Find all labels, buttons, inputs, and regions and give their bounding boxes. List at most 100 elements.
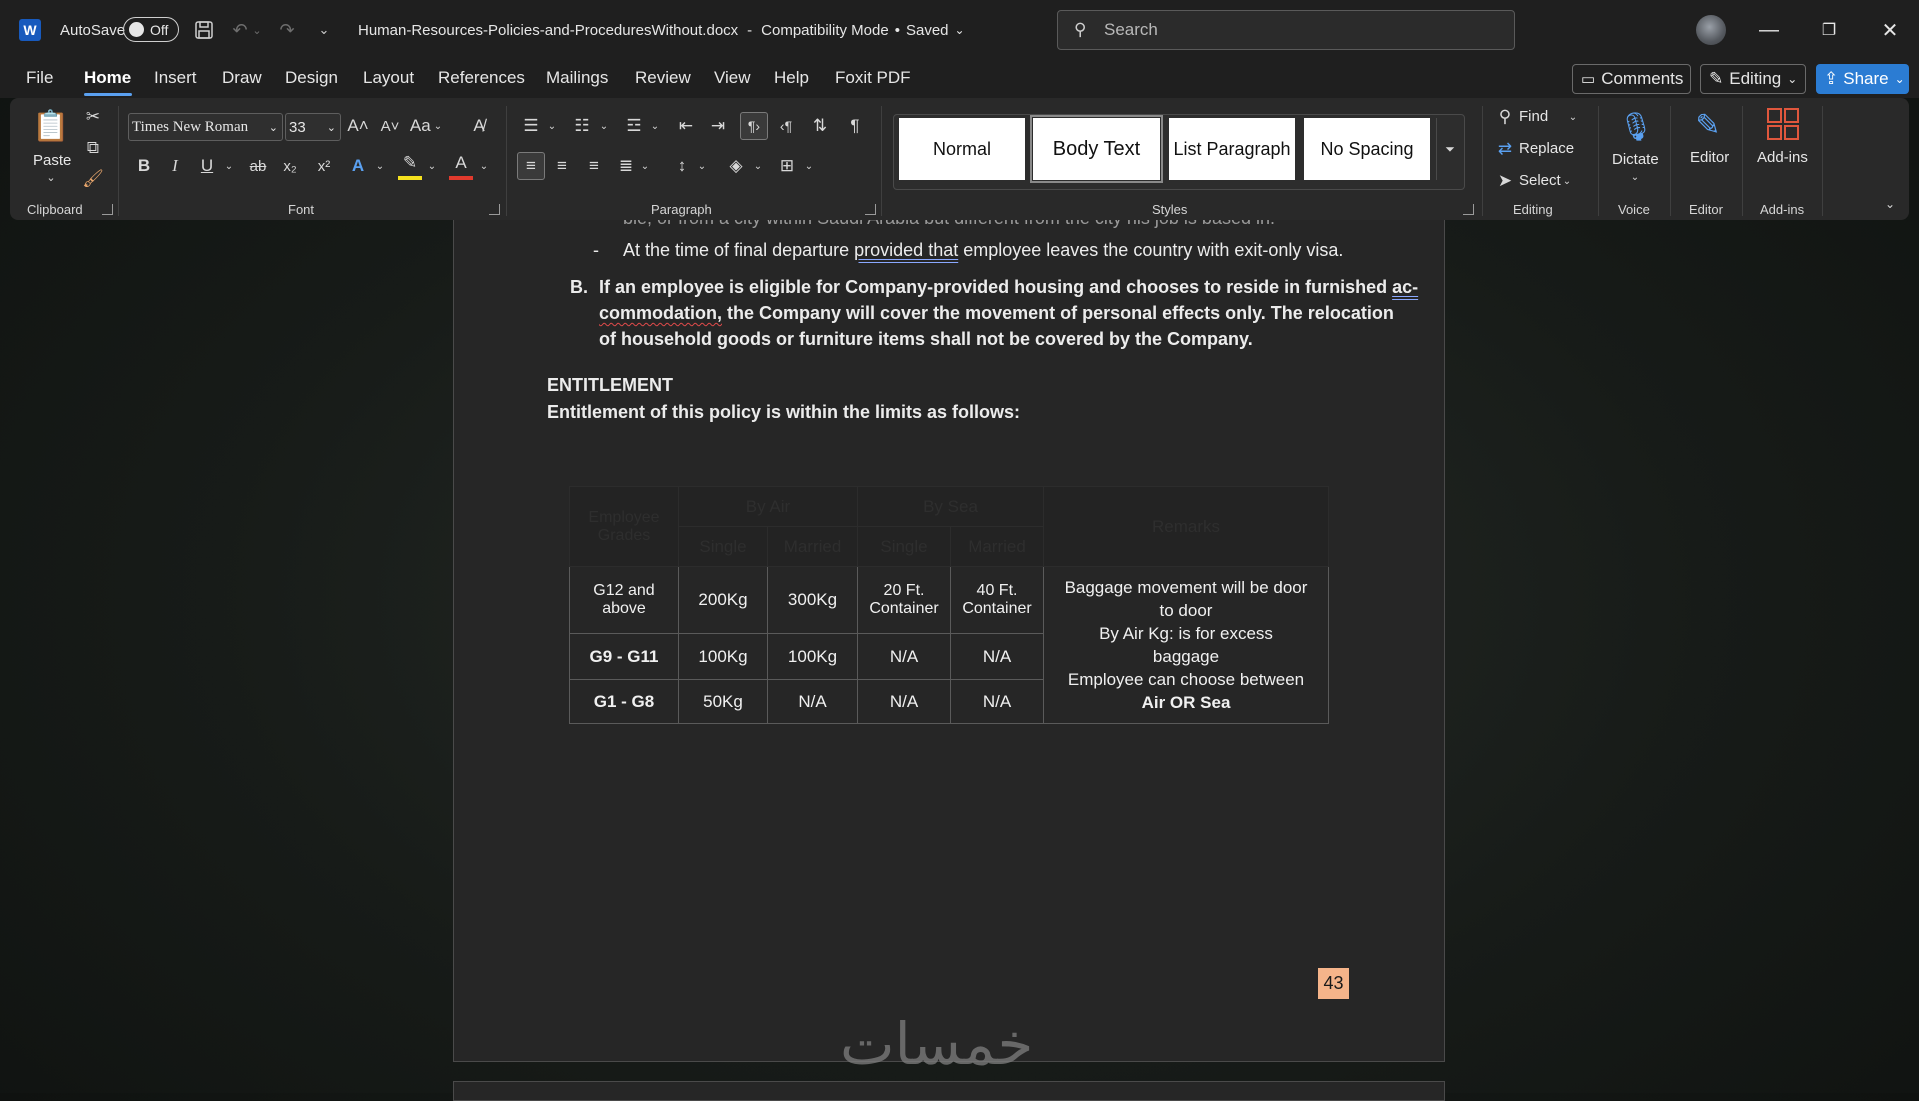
tab-view[interactable]: View (714, 68, 751, 88)
chevron-down-icon[interactable]: ⌄ (597, 116, 611, 136)
paste-label[interactable]: Paste (33, 152, 71, 169)
text-effects-icon[interactable]: A (346, 153, 370, 179)
tab-design[interactable]: Design (285, 68, 338, 88)
style-normal[interactable]: Normal (899, 118, 1025, 180)
chevron-down-icon[interactable]: ⌄ (751, 156, 765, 176)
chevron-down-icon[interactable]: ⌄ (648, 116, 662, 136)
paste-dropdown-icon[interactable]: ⌄ (44, 170, 58, 184)
find-label[interactable]: Find (1519, 108, 1548, 125)
chevron-down-icon[interactable]: ⌄ (477, 156, 491, 176)
tab-insert[interactable]: Insert (154, 68, 197, 88)
tab-review[interactable]: Review (635, 68, 691, 88)
add-ins-icon[interactable] (1765, 106, 1801, 142)
editor-label[interactable]: Editor (1690, 149, 1729, 166)
bullets-icon[interactable]: ☰ (519, 113, 543, 139)
line-spacing-icon[interactable]: ↕ (670, 153, 694, 179)
comments-button[interactable]: ▭ Comments (1572, 64, 1691, 94)
cut-icon[interactable]: ✂ (82, 106, 104, 128)
borders-icon[interactable]: ⊞ (775, 153, 799, 179)
strikethrough-icon[interactable]: ab (246, 153, 270, 179)
copy-icon[interactable]: ⧉ (82, 137, 104, 159)
change-case-button[interactable]: Aa ⌄ (410, 113, 442, 139)
highlight-icon[interactable]: ✎ (398, 150, 422, 180)
show-formatting-icon[interactable]: ¶ (843, 113, 867, 139)
add-ins-label[interactable]: Add-ins (1757, 149, 1808, 166)
tab-foxit-pdf[interactable]: Foxit PDF (835, 68, 911, 88)
dictate-label[interactable]: Dictate (1612, 151, 1659, 168)
numbering-icon[interactable]: ☷ (570, 113, 594, 139)
shrink-font-icon[interactable]: A˅ (378, 113, 402, 139)
rtl-direction-icon[interactable]: ‹¶ (774, 113, 798, 139)
chevron-down-icon[interactable]: ⌄ (695, 156, 709, 176)
font-size-select[interactable]: 33 ⌄ (285, 113, 341, 141)
clear-formatting-icon[interactable]: A̸ (466, 113, 492, 139)
replace-icon[interactable]: ⇄ (1494, 137, 1516, 161)
chevron-down-icon[interactable]: ⌄ (638, 156, 652, 176)
shading-icon[interactable]: ◈ (724, 153, 748, 179)
styles-dialog-launcher-icon[interactable] (1463, 204, 1474, 215)
chevron-down-icon[interactable]: ⌄ (545, 116, 559, 136)
chevron-down-icon[interactable]: ⌄ (1628, 170, 1642, 184)
collapse-ribbon-icon[interactable]: ⌄ (1882, 196, 1898, 212)
style-list-paragraph[interactable]: List Paragraph (1169, 118, 1295, 180)
tab-references[interactable]: References (438, 68, 525, 88)
justify-icon[interactable]: ≣ (614, 153, 638, 179)
decrease-indent-icon[interactable]: ⇤ (674, 113, 698, 139)
bold-icon[interactable]: B (132, 153, 156, 179)
avatar[interactable] (1696, 15, 1726, 45)
paragraph-dialog-launcher-icon[interactable] (865, 204, 876, 215)
style-body-text[interactable]: Body Text (1030, 115, 1163, 183)
tab-help[interactable]: Help (774, 68, 809, 88)
superscript-icon[interactable]: x² (312, 153, 336, 179)
format-painter-icon[interactable]: 🖌 (82, 168, 104, 190)
select-label[interactable]: Select (1519, 172, 1561, 189)
paste-icon[interactable]: 📋 (32, 106, 69, 146)
document-title-area[interactable]: Human-Resources-Policies-and-ProceduresW… (358, 0, 965, 60)
chevron-down-icon[interactable]: ⌄ (373, 156, 387, 176)
restore-icon[interactable]: ❐ (1814, 15, 1844, 45)
redo-icon[interactable]: ↷ (275, 18, 299, 42)
chevron-down-icon[interactable]: ⌄ (1560, 172, 1574, 190)
chevron-down-icon[interactable]: ⌄ (802, 156, 816, 176)
clipboard-dialog-launcher-icon[interactable] (102, 204, 113, 215)
font-color-icon[interactable]: A (449, 150, 473, 180)
italic-icon[interactable]: I (163, 153, 187, 179)
chevron-down-icon[interactable]: ⌄ (1566, 108, 1580, 126)
increase-indent-icon[interactable]: ⇥ (706, 113, 730, 139)
next-page-edge[interactable] (453, 1081, 1445, 1101)
align-left-icon[interactable]: ≡ (517, 152, 545, 180)
search-box[interactable]: ⚲ Search (1057, 10, 1515, 50)
ltr-direction-icon[interactable]: ¶› (740, 112, 768, 140)
editor-icon[interactable]: ✎ (1690, 104, 1726, 146)
chevron-down-icon[interactable]: ⌄ (222, 156, 236, 176)
share-button[interactable]: ⇪ Share ⌄ (1816, 64, 1909, 94)
multilevel-list-icon[interactable]: ☲ (622, 113, 646, 139)
customize-toolbar-icon[interactable]: ⌄ (312, 18, 336, 42)
save-icon[interactable] (192, 18, 216, 42)
tab-home[interactable]: Home (84, 68, 131, 88)
styles-more-icon[interactable]: ⏷ (1436, 118, 1463, 180)
align-right-icon[interactable]: ≡ (582, 153, 606, 179)
subscript-icon[interactable]: x₂ (278, 153, 302, 179)
chevron-down-icon[interactable]: ⌄ (425, 156, 439, 176)
minimize-icon[interactable]: — (1754, 15, 1784, 45)
microphone-icon[interactable]: 🎙 (1618, 104, 1654, 148)
editing-mode-button[interactable]: ✎ Editing ⌄ (1700, 64, 1806, 94)
tab-draw[interactable]: Draw (222, 68, 262, 88)
undo-dropdown-icon[interactable]: ⌄ (250, 18, 264, 42)
autosave-toggle[interactable]: Off (123, 17, 179, 42)
find-icon[interactable]: ⚲ (1494, 105, 1516, 129)
tab-mailings[interactable]: Mailings (546, 68, 608, 88)
style-no-spacing[interactable]: No Spacing (1304, 118, 1430, 180)
select-cursor-icon[interactable]: ➤ (1494, 169, 1516, 193)
close-icon[interactable]: ✕ (1875, 15, 1905, 45)
align-center-icon[interactable]: ≡ (550, 153, 574, 179)
tab-file[interactable]: File (26, 68, 53, 88)
grow-font-icon[interactable]: A˄ (346, 113, 370, 139)
sort-icon[interactable]: ⇅ (808, 113, 832, 139)
font-dialog-launcher-icon[interactable] (489, 204, 500, 215)
underline-icon[interactable]: U (195, 153, 219, 179)
replace-label[interactable]: Replace (1519, 140, 1574, 157)
undo-icon[interactable]: ↶ (228, 18, 252, 42)
tab-layout[interactable]: Layout (363, 68, 414, 88)
